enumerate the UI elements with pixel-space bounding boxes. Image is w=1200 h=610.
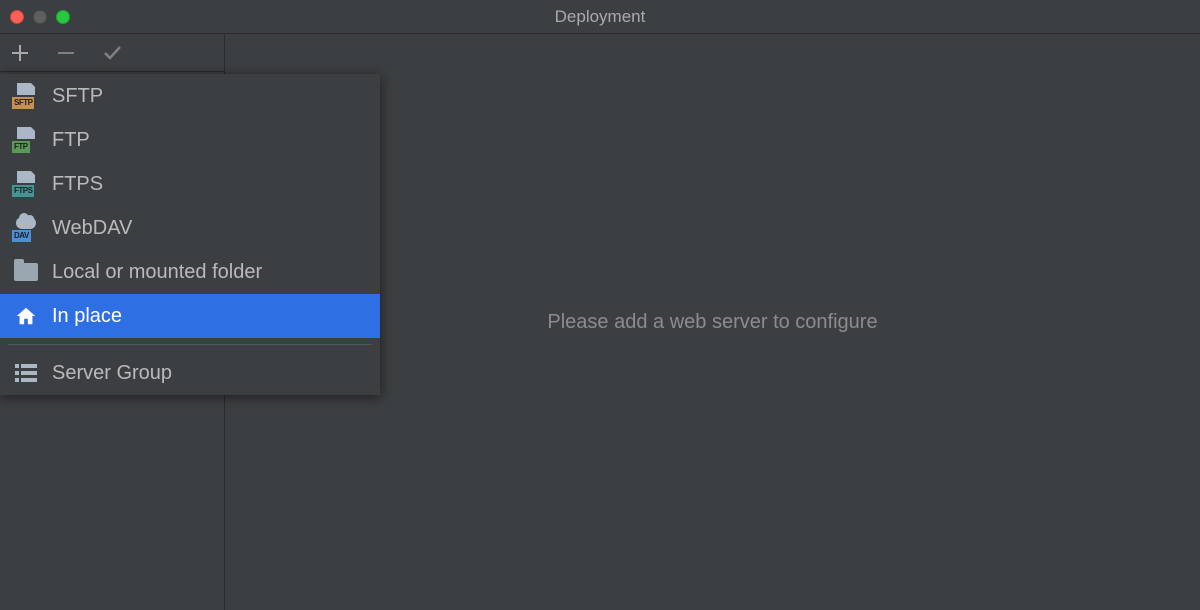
popup-item-in-place[interactable]: In place: [0, 294, 380, 338]
minus-icon: [57, 44, 75, 62]
check-icon: [102, 43, 122, 63]
popup-item-label: FTP: [52, 129, 90, 152]
remove-button[interactable]: [56, 43, 76, 63]
ftp-icon: FTP: [12, 127, 40, 153]
ftps-icon: FTPS: [12, 171, 40, 197]
empty-state-text: Please add a web server to configure: [547, 311, 877, 334]
popup-item-label: FTPS: [52, 173, 103, 196]
folder-icon: [12, 259, 40, 285]
popup-item-ftps[interactable]: FTPS FTPS: [0, 162, 380, 206]
popup-item-label: In place: [52, 305, 122, 328]
window-controls: [0, 10, 70, 24]
sidebar-toolbar: [0, 34, 224, 72]
window-close-button[interactable]: [10, 10, 24, 24]
plus-icon: [11, 44, 29, 62]
popup-separator: [8, 344, 372, 345]
webdav-icon: DAV: [12, 215, 40, 241]
popup-item-label: SFTP: [52, 85, 103, 108]
popup-item-label: WebDAV: [52, 217, 132, 240]
popup-item-server-group[interactable]: Server Group: [0, 351, 380, 395]
home-icon: [12, 303, 40, 329]
add-button[interactable]: [10, 43, 30, 63]
server-type-popup: SFTP SFTP FTP FTP FTPS FTPS DAV WebDAV L…: [0, 74, 380, 395]
title-bar: Deployment: [0, 0, 1200, 34]
popup-item-ftp[interactable]: FTP FTP: [0, 118, 380, 162]
window-title: Deployment: [0, 7, 1200, 27]
server-group-icon: [12, 360, 40, 386]
popup-item-label: Local or mounted folder: [52, 261, 262, 284]
popup-item-label: Server Group: [52, 362, 172, 385]
window-zoom-button[interactable]: [56, 10, 70, 24]
popup-item-webdav[interactable]: DAV WebDAV: [0, 206, 380, 250]
window-minimize-button[interactable]: [33, 10, 47, 24]
popup-item-local[interactable]: Local or mounted folder: [0, 250, 380, 294]
popup-item-sftp[interactable]: SFTP SFTP: [0, 74, 380, 118]
sftp-icon: SFTP: [12, 83, 40, 109]
apply-button[interactable]: [102, 43, 122, 63]
